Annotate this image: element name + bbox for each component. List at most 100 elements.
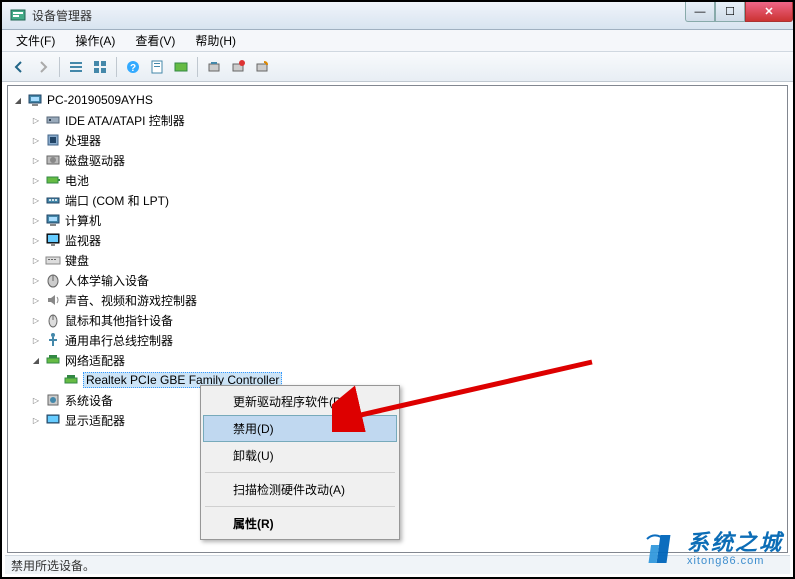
hid-icon: [45, 272, 61, 288]
expander-icon[interactable]: [30, 414, 42, 426]
computer-icon: [45, 212, 61, 228]
expander-icon[interactable]: [30, 254, 42, 266]
expander-icon[interactable]: [30, 294, 42, 306]
system-icon: [45, 392, 61, 408]
toolbar: ?: [2, 52, 793, 82]
tree-category-label: 键盘: [65, 252, 89, 269]
app-icon: [10, 8, 26, 24]
menu-view[interactable]: 查看(V): [127, 30, 183, 51]
cpu-icon: [45, 132, 61, 148]
keyboard-icon: [45, 252, 61, 268]
disable-button[interactable]: [227, 56, 249, 78]
maximize-button[interactable]: ☐: [715, 2, 745, 22]
tree-category[interactable]: 磁盘驱动器: [8, 150, 787, 170]
tree-category[interactable]: 电池: [8, 170, 787, 190]
tree-category-label: 鼠标和其他指针设备: [65, 312, 173, 329]
context-menu: 更新驱动程序软件(P)... 禁用(D) 卸载(U) 扫描检测硬件改动(A) 属…: [200, 385, 400, 540]
tree-category[interactable]: 键盘: [8, 250, 787, 270]
expander-icon[interactable]: [30, 134, 42, 146]
tree-category-label: 端口 (COM 和 LPT): [65, 192, 169, 209]
tree-category-label: 计算机: [65, 212, 101, 229]
tree-category[interactable]: 人体学输入设备: [8, 270, 787, 290]
network-icon: [45, 352, 61, 368]
tree-category-label: 处理器: [65, 132, 101, 149]
tree-category[interactable]: 端口 (COM 和 LPT): [8, 190, 787, 210]
window-title: 设备管理器: [32, 7, 92, 24]
battery-icon: [45, 172, 61, 188]
close-button[interactable]: ✕: [745, 2, 793, 22]
list-view-button[interactable]: [65, 56, 87, 78]
expander-icon[interactable]: [30, 334, 42, 346]
tree-root[interactable]: PC-20190509AYHS: [8, 90, 787, 110]
ctx-scan[interactable]: 扫描检测硬件改动(A): [203, 476, 397, 503]
tree-category[interactable]: 监视器: [8, 230, 787, 250]
sound-icon: [45, 292, 61, 308]
expander-icon[interactable]: [12, 94, 24, 106]
menu-action[interactable]: 操作(A): [67, 30, 123, 51]
tree-category[interactable]: 处理器: [8, 130, 787, 150]
ctx-update-driver[interactable]: 更新驱动程序软件(P)...: [203, 388, 397, 415]
expander-icon[interactable]: [30, 394, 42, 406]
menu-file[interactable]: 文件(F): [8, 30, 63, 51]
port-icon: [45, 192, 61, 208]
tree-category-label: 网络适配器: [65, 352, 125, 369]
tree-category-label: 人体学输入设备: [65, 272, 149, 289]
disk-icon: [45, 152, 61, 168]
tree-category-label: 电池: [65, 172, 89, 189]
toolbar-separator: [116, 57, 117, 77]
scan-button[interactable]: [203, 56, 225, 78]
watermark-title: 系统之城: [687, 532, 783, 554]
tree-category[interactable]: 计算机: [8, 210, 787, 230]
minimize-button[interactable]: —: [685, 2, 715, 22]
expander-icon[interactable]: [30, 214, 42, 226]
tree-category-label: 显示适配器: [65, 412, 125, 429]
uninstall-button[interactable]: [251, 56, 273, 78]
watermark: 系统之城 xitong86.com: [645, 531, 783, 567]
tree-category[interactable]: 网络适配器: [8, 350, 787, 370]
toolbar-separator: [59, 57, 60, 77]
tree-category[interactable]: 声音、视频和游戏控制器: [8, 290, 787, 310]
ctx-disable[interactable]: 禁用(D): [203, 415, 397, 442]
ctx-properties[interactable]: 属性(R): [203, 510, 397, 537]
menubar: 文件(F) 操作(A) 查看(V) 帮助(H): [2, 30, 793, 52]
expander-icon[interactable]: [30, 314, 42, 326]
detail-view-button[interactable]: [89, 56, 111, 78]
usb-icon: [45, 332, 61, 348]
monitor-icon: [45, 232, 61, 248]
ctx-uninstall[interactable]: 卸载(U): [203, 442, 397, 469]
tree-category-label: IDE ATA/ATAPI 控制器: [65, 112, 185, 129]
svg-text:?: ?: [130, 63, 136, 74]
back-button[interactable]: [8, 56, 30, 78]
window-titlebar: 设备管理器 — ☐ ✕: [2, 2, 793, 30]
window-controls: — ☐ ✕: [685, 2, 793, 22]
tree-root-label: PC-20190509AYHS: [47, 93, 153, 107]
tree-category-label: 系统设备: [65, 392, 113, 409]
expander-icon[interactable]: [30, 114, 42, 126]
expander-icon[interactable]: [30, 154, 42, 166]
display-icon: [45, 412, 61, 428]
update-button[interactable]: [170, 56, 192, 78]
tree-category-label: 磁盘驱动器: [65, 152, 125, 169]
help-button[interactable]: ?: [122, 56, 144, 78]
expander-icon[interactable]: [30, 194, 42, 206]
menu-help[interactable]: 帮助(H): [187, 30, 244, 51]
expander-icon[interactable]: [30, 174, 42, 186]
ctx-separator: [205, 506, 395, 507]
properties-button[interactable]: [146, 56, 168, 78]
expander-icon[interactable]: [30, 274, 42, 286]
tree-category-label: 监视器: [65, 232, 101, 249]
tree-category[interactable]: IDE ATA/ATAPI 控制器: [8, 110, 787, 130]
tree-category[interactable]: 鼠标和其他指针设备: [8, 310, 787, 330]
toolbar-separator: [197, 57, 198, 77]
nic-icon: [63, 372, 79, 388]
expander-icon[interactable]: [30, 234, 42, 246]
status-text: 禁用所选设备。: [11, 557, 95, 574]
ide-icon: [45, 112, 61, 128]
forward-button[interactable]: [32, 56, 54, 78]
computer-icon: [27, 92, 43, 108]
expander-icon[interactable]: [30, 354, 42, 366]
tree-category[interactable]: 通用串行总线控制器: [8, 330, 787, 350]
tree-category-label: 通用串行总线控制器: [65, 332, 173, 349]
ctx-separator: [205, 472, 395, 473]
mouse-icon: [45, 312, 61, 328]
